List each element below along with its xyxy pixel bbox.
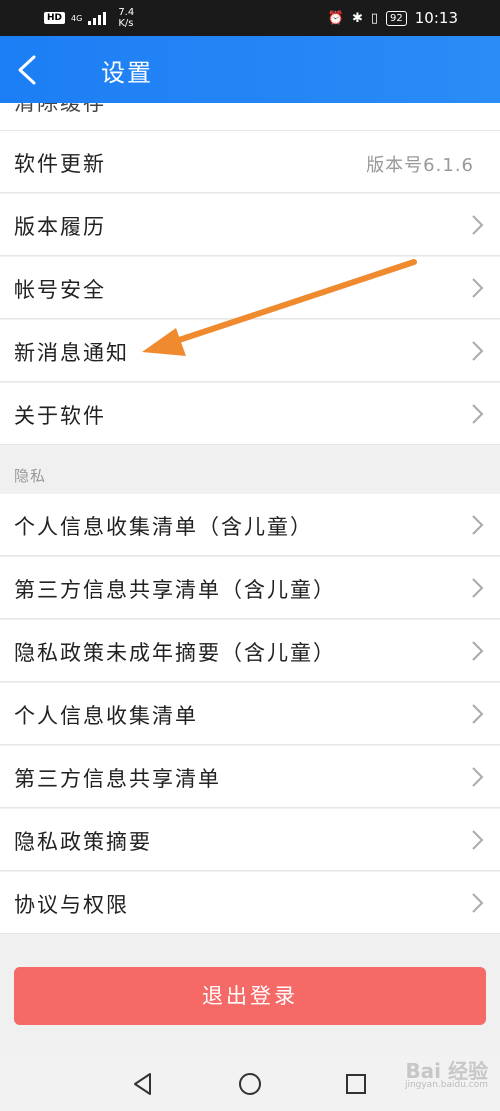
- row-label: 版本履历: [14, 215, 106, 239]
- chevron-right-icon: [472, 215, 484, 235]
- row-label: 隐私政策摘要: [14, 830, 152, 854]
- chevron-right-icon: [472, 341, 484, 361]
- privacy-item[interactable]: 隐私政策摘要: [0, 809, 500, 871]
- settings-item-version-history[interactable]: 版本履历: [0, 194, 500, 256]
- chevron-right-icon: [472, 278, 484, 298]
- privacy-item[interactable]: 个人信息收集清单（含儿童）: [0, 494, 500, 556]
- speed-unit: K/s: [118, 18, 134, 29]
- row-label: 个人信息收集清单: [14, 704, 198, 728]
- settings-item-software-update[interactable]: 软件更新 版本号6.1.6: [0, 131, 500, 193]
- row-label: 第三方信息共享清单: [14, 767, 221, 791]
- settings-item-about-software[interactable]: 关于软件: [0, 383, 500, 445]
- privacy-item[interactable]: 第三方信息共享清单（含儿童）: [0, 557, 500, 619]
- row-label: 个人信息收集清单（含儿童）: [14, 515, 313, 539]
- privacy-item[interactable]: 个人信息收集清单: [0, 683, 500, 745]
- vibrate-icon: ▯: [370, 10, 379, 26]
- battery-indicator: 92: [386, 10, 407, 26]
- row-label: 软件更新: [14, 152, 106, 176]
- version-number: 版本号6.1.6: [366, 155, 474, 176]
- section-header-privacy: 隐私: [0, 446, 500, 494]
- row-label: 帐号安全: [14, 278, 106, 302]
- privacy-item[interactable]: 隐私政策未成年摘要（含儿童）: [0, 620, 500, 682]
- row-label: 新消息通知: [14, 341, 129, 365]
- signal-icon: [88, 11, 107, 25]
- nav-recents-icon[interactable]: [343, 1071, 369, 1097]
- chevron-right-icon: [472, 893, 484, 913]
- privacy-item[interactable]: 第三方信息共享清单: [0, 746, 500, 808]
- row-label: 隐私政策未成年摘要（含儿童）: [14, 641, 336, 665]
- watermark-url: jingyan.baidu.com: [404, 1080, 488, 1090]
- chevron-right-icon: [472, 515, 484, 535]
- row-label: 协议与权限: [14, 893, 129, 917]
- nav-home-icon[interactable]: [237, 1071, 263, 1097]
- settings-item-account-security[interactable]: 帐号安全: [0, 257, 500, 319]
- row-label: 清除缓存: [14, 103, 106, 115]
- settings-item-new-message-notification[interactable]: 新消息通知: [0, 320, 500, 382]
- status-time: 10:13: [414, 9, 458, 27]
- nav-back-icon[interactable]: [130, 1071, 156, 1097]
- watermark-main: Bai 经验: [405, 1059, 488, 1083]
- chevron-right-icon: [472, 404, 484, 424]
- chevron-right-icon: [472, 704, 484, 724]
- chevron-right-icon: [472, 578, 484, 598]
- back-icon[interactable]: [14, 54, 42, 86]
- page-title: 设置: [101, 59, 153, 87]
- privacy-item[interactable]: 协议与权限: [0, 872, 500, 934]
- section-title: 隐私: [14, 467, 47, 485]
- chevron-right-icon: [472, 767, 484, 787]
- alarm-icon: ⏰: [327, 10, 344, 26]
- row-label: 关于软件: [14, 404, 106, 428]
- chevron-right-icon: [472, 641, 484, 661]
- network-speed: 7.4 K/s: [118, 7, 134, 29]
- app-header: 设置: [0, 36, 500, 103]
- row-label: 第三方信息共享清单（含儿童）: [14, 578, 336, 602]
- speed-value: 7.4: [118, 7, 135, 18]
- hd-badge: HD: [44, 12, 66, 24]
- status-bar: HD 4G 7.4 K/s ⏰ ✱ ▯ 92 10:13: [0, 0, 500, 36]
- settings-item-clear-cache[interactable]: 清除缓存: [0, 103, 500, 131]
- bluetooth-icon: ✱: [351, 10, 363, 26]
- chevron-right-icon: [472, 830, 484, 850]
- logout-button[interactable]: 退出登录: [14, 967, 486, 1025]
- network-type: 4G: [71, 13, 83, 23]
- watermark: Bai 经验 jingyan.baidu.com: [404, 1059, 488, 1092]
